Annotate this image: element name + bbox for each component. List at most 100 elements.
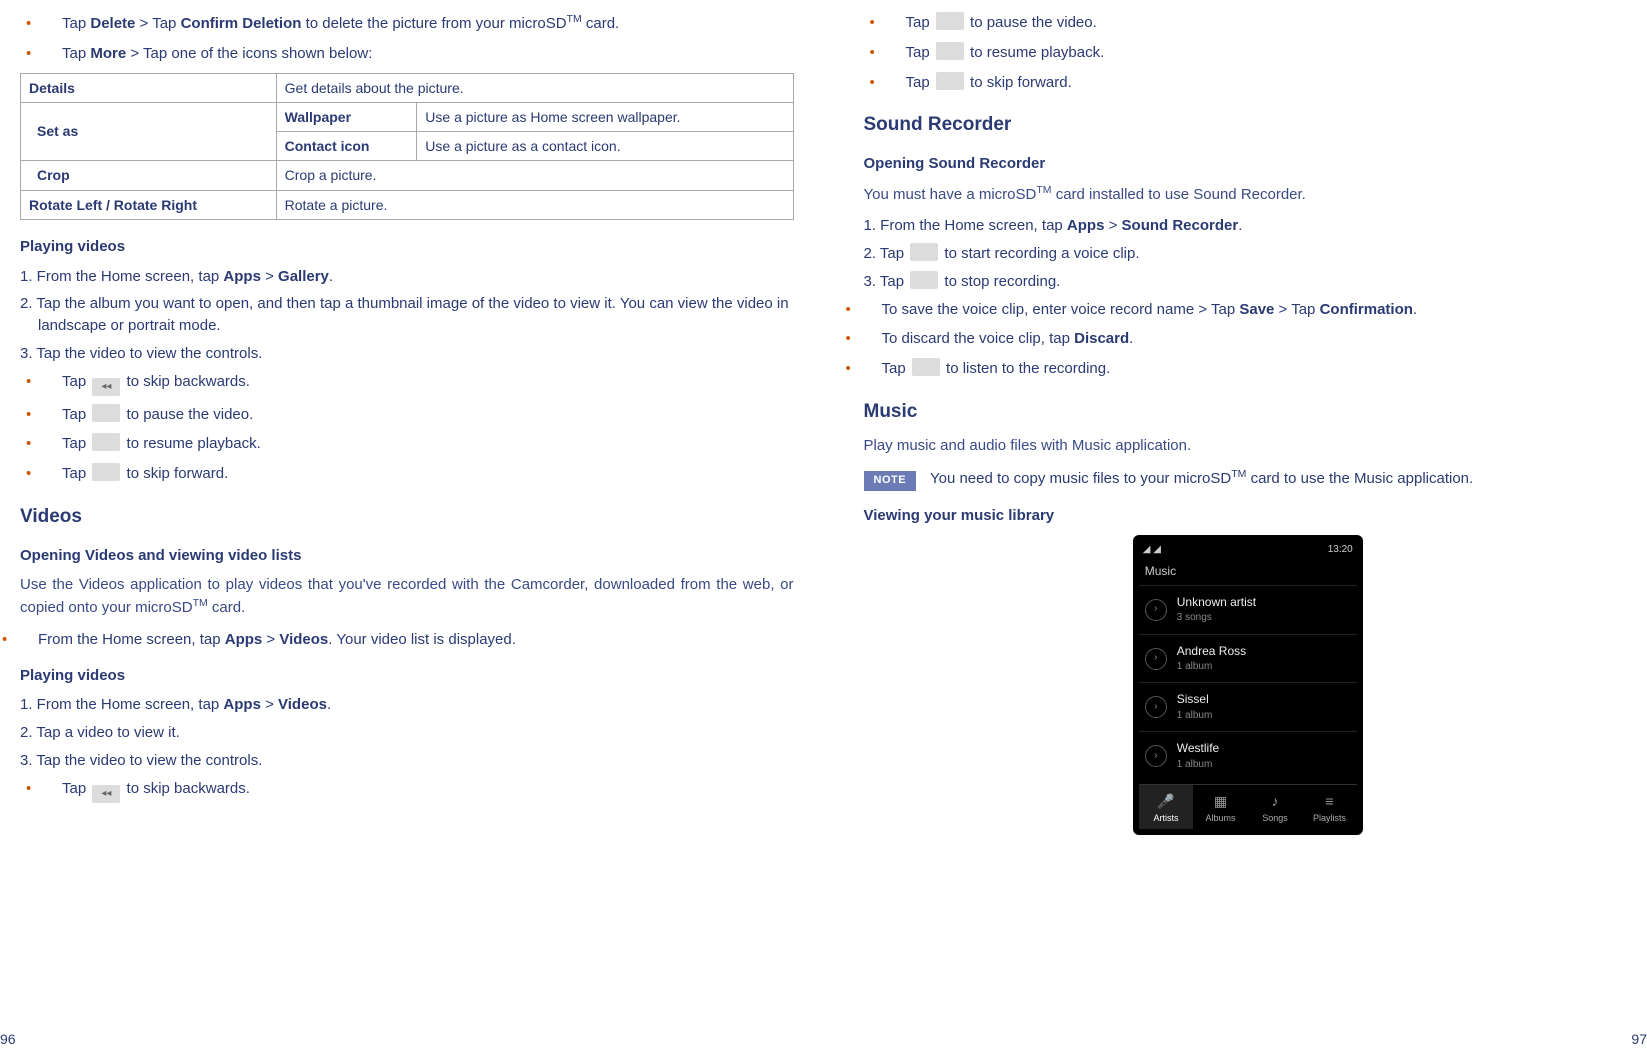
table-row: Details Get details about the picture.	[21, 73, 794, 102]
status-bar: ◢ ◢ 13:20	[1139, 541, 1357, 560]
control-skip-back-2: •Tap ◂◂ to skip backwards.	[44, 778, 794, 803]
sr-discard-bullet: •To discard the voice clip, tap Discard.	[864, 328, 1633, 350]
bullet-icon: •	[44, 43, 62, 65]
control-skip-back: •Tap ◂◂ to skip backwards.	[44, 371, 794, 396]
expand-icon: ›	[1145, 599, 1167, 621]
list-item[interactable]: › Unknown artist3 songs	[1139, 585, 1357, 634]
artist-name: Andrea Ross	[1177, 643, 1246, 660]
rewind-icon: ◂◂	[92, 785, 120, 803]
pause-icon	[92, 404, 120, 422]
artist-name: Unknown artist	[1177, 594, 1256, 611]
sr-step-1: 1. From the Home screen, tap Apps > Soun…	[864, 215, 1633, 237]
music-desc: Play music and audio files with Music ap…	[864, 435, 1633, 457]
tab-songs[interactable]: ♪Songs	[1248, 785, 1303, 828]
table-row: Crop Crop a picture.	[21, 161, 794, 190]
forward-icon	[936, 72, 964, 90]
sr-save-bullet: •To save the voice clip, enter voice rec…	[864, 299, 1633, 321]
phone-tabs: 🎤Artists ▦Albums ♪Songs ≡Playlists	[1139, 784, 1357, 828]
control-resume: •Tap to resume playback.	[44, 433, 794, 455]
bullet-more: •Tap More > Tap one of the icons shown b…	[44, 43, 794, 65]
play-icon	[912, 358, 940, 376]
microphone-icon: 🎤	[1139, 791, 1194, 811]
setas-label: Set as	[21, 102, 277, 161]
rewind-icon: ◂◂	[92, 378, 120, 396]
play-icon	[92, 433, 120, 451]
sr-step-2: 2. Tap to start recording a voice clip.	[864, 243, 1633, 265]
note-line: NOTE You need to copy music files to you…	[864, 467, 1633, 491]
page-left: •Tap Delete > Tap Confirm Deletion to de…	[0, 0, 824, 1049]
control-pause: •Tap to pause the video.	[44, 404, 794, 426]
note-badge: NOTE	[864, 471, 917, 491]
note-text: You need to copy music files to your mic…	[930, 470, 1473, 487]
contacticon-desc: Use a picture as a contact icon.	[417, 132, 793, 161]
playing-videos-heading: Playing videos	[20, 236, 794, 258]
rotate-label: Rotate Left / Rotate Right	[21, 190, 277, 219]
open-videos-step: •From the Home screen, tap Apps > Videos…	[20, 629, 794, 651]
artist-meta: 3 songs	[1177, 611, 1256, 626]
stop-icon	[910, 271, 938, 289]
step-2: 2. Tap the album you want to open, and t…	[20, 293, 794, 337]
page-number-right: 97	[1631, 1029, 1647, 1049]
crop-desc: Crop a picture.	[276, 161, 793, 190]
control-skip-fwd: •Tap to skip forward.	[44, 463, 794, 485]
page-number-left: 96	[0, 1029, 16, 1049]
table-row: Rotate Left / Rotate Right Rotate a pict…	[21, 190, 794, 219]
artist-name: Westlife	[1177, 740, 1219, 757]
play-icon	[936, 42, 964, 60]
control-skip-fwd-r: •Tap to skip forward.	[888, 72, 1633, 94]
list-item[interactable]: › Andrea Ross1 album	[1139, 634, 1357, 683]
signal-icon: ◢ ◢	[1143, 543, 1161, 558]
playlists-icon: ≡	[1302, 791, 1357, 811]
table-row: Set as Wallpaper Use a picture as Home s…	[21, 102, 794, 131]
opening-videos-heading: Opening Videos and viewing video lists	[20, 545, 794, 567]
videos-heading: Videos	[20, 503, 794, 531]
details-desc: Get details about the picture.	[276, 73, 793, 102]
app-title: Music	[1139, 559, 1357, 584]
page-right: •Tap to pause the video. •Tap to resume …	[824, 0, 1647, 1049]
tab-albums[interactable]: ▦Albums	[1193, 785, 1248, 828]
control-pause-r: •Tap to pause the video.	[888, 12, 1633, 34]
songs-icon: ♪	[1248, 791, 1303, 811]
tab-playlists[interactable]: ≡Playlists	[1302, 785, 1357, 828]
bullet-delete: •Tap Delete > Tap Confirm Deletion to de…	[44, 12, 794, 35]
opening-videos-desc: Use the Videos application to play video…	[20, 574, 794, 619]
control-resume-r: •Tap to resume playback.	[888, 42, 1633, 64]
crop-label: Crop	[21, 161, 277, 190]
contacticon-label: Contact icon	[276, 132, 417, 161]
sr-step-3: 3. Tap to stop recording.	[864, 271, 1633, 293]
tab-artists[interactable]: 🎤Artists	[1139, 785, 1194, 828]
phone-screenshot: ◢ ◢ 13:20 Music › Unknown artist3 songs › A…	[1133, 535, 1363, 835]
opening-sr-desc: You must have a microSDTM card installed…	[864, 183, 1633, 206]
list-item[interactable]: › Sissel1 album	[1139, 682, 1357, 731]
step-3: 3. Tap the video to view the controls.	[20, 343, 794, 365]
sound-recorder-heading: Sound Recorder	[864, 111, 1633, 139]
sr-listen-bullet: •Tap to listen to the recording.	[864, 358, 1633, 380]
list-item[interactable]: › Westlife1 album	[1139, 731, 1357, 780]
expand-icon: ›	[1145, 696, 1167, 718]
forward-icon	[92, 463, 120, 481]
pause-icon	[936, 12, 964, 30]
opening-sr-heading: Opening Sound Recorder	[864, 153, 1633, 175]
bullet-icon: •	[44, 13, 62, 35]
artist-meta: 1 album	[1177, 660, 1246, 675]
viewing-library-heading: Viewing your music library	[864, 505, 1633, 527]
clock: 13:20	[1328, 543, 1353, 558]
artist-meta: 1 album	[1177, 709, 1213, 724]
step-1: 1. From the Home screen, tap Apps > Gall…	[20, 266, 794, 288]
step-1b: 1. From the Home screen, tap Apps > Vide…	[20, 694, 794, 716]
artist-meta: 1 album	[1177, 758, 1219, 773]
artist-name: Sissel	[1177, 691, 1213, 708]
details-label: Details	[21, 73, 277, 102]
rotate-desc: Rotate a picture.	[276, 190, 793, 219]
step-3b: 3. Tap the video to view the controls.	[20, 750, 794, 772]
wallpaper-desc: Use a picture as Home screen wallpaper.	[417, 102, 793, 131]
options-table: Details Get details about the picture. S…	[20, 73, 794, 220]
albums-icon: ▦	[1193, 791, 1248, 811]
expand-icon: ›	[1145, 745, 1167, 767]
wallpaper-label: Wallpaper	[276, 102, 417, 131]
playing-videos-heading-2: Playing videos	[20, 665, 794, 687]
record-icon	[910, 243, 938, 261]
step-2b: 2. Tap a video to view it.	[20, 722, 794, 744]
music-heading: Music	[864, 398, 1633, 426]
expand-icon: ›	[1145, 648, 1167, 670]
